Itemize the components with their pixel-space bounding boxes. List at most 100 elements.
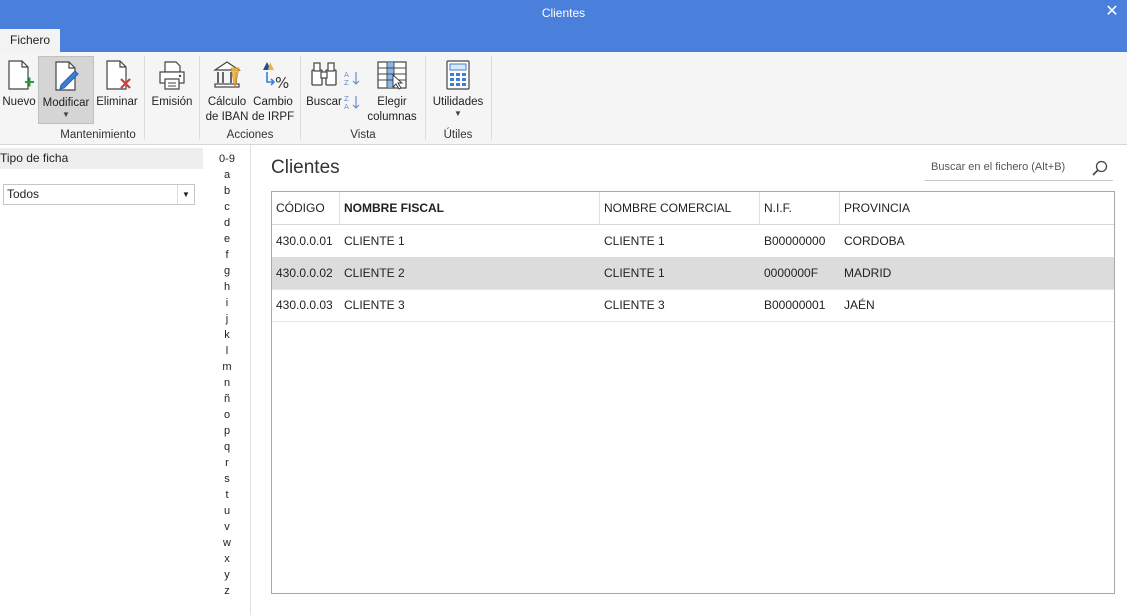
irpf-change-button[interactable]: % Cambio de IRPF bbox=[251, 58, 295, 125]
column-header-nif[interactable]: N.I.F. bbox=[760, 192, 840, 224]
new-button[interactable]: Nuevo bbox=[2, 58, 36, 110]
cell-provincia: MADRID bbox=[844, 266, 892, 280]
ribbon-divider bbox=[491, 56, 492, 140]
alphabet-letter[interactable]: j bbox=[207, 311, 247, 327]
table-header: CÓDIGO NOMBRE FISCAL NOMBRE COMERCIAL N.… bbox=[272, 192, 1114, 225]
search-input[interactable]: Buscar en el fichero (Alt+B) bbox=[931, 161, 1065, 173]
alphabet-letter[interactable]: v bbox=[207, 519, 247, 535]
cell-nombre-fiscal: CLIENTE 1 bbox=[344, 234, 405, 248]
panel-divider bbox=[250, 145, 251, 615]
alphabet-letter[interactable]: p bbox=[207, 423, 247, 439]
sort-descending-icon[interactable]: ZA bbox=[344, 94, 362, 111]
record-type-value: Todos bbox=[7, 187, 40, 201]
ribbon-divider bbox=[425, 56, 426, 140]
chevron-down-icon: ▼ bbox=[454, 109, 462, 118]
svg-text:A: A bbox=[344, 71, 349, 79]
cell-nombre-fiscal: CLIENTE 3 bbox=[344, 298, 405, 312]
sidebar: Tipo de ficha Todos ▼ bbox=[0, 145, 205, 615]
calculator-icon bbox=[446, 60, 470, 90]
chevron-down-icon: ▼ bbox=[62, 110, 70, 119]
svg-text:Z: Z bbox=[344, 79, 349, 86]
alphabet-letter[interactable]: 0-9 bbox=[207, 151, 247, 167]
cell-nombre-comercial: CLIENTE 3 bbox=[604, 298, 665, 312]
group-vista: Vista bbox=[350, 129, 376, 141]
alphabet-letter[interactable]: q bbox=[207, 439, 247, 455]
ribbon-divider bbox=[199, 56, 200, 140]
alphabet-letter[interactable]: a bbox=[207, 167, 247, 183]
cell-nif: B00000001 bbox=[764, 298, 826, 312]
table-row[interactable]: 430.0.0.03 CLIENTE 3 CLIENTE 3 B00000001 JAÉ… bbox=[272, 289, 1114, 322]
alphabet-letter[interactable]: c bbox=[207, 199, 247, 215]
delete-button[interactable]: Eliminar bbox=[95, 58, 139, 110]
svg-text:%: % bbox=[275, 74, 289, 92]
alphabet-letter[interactable]: b bbox=[207, 183, 247, 199]
alphabet-letter[interactable]: m bbox=[207, 359, 247, 375]
ribbon-divider bbox=[144, 56, 145, 140]
cell-provincia: CORDOBA bbox=[844, 234, 905, 248]
svg-text:Z: Z bbox=[344, 95, 349, 103]
record-type-select[interactable]: Todos ▼ bbox=[3, 184, 195, 205]
printer-icon bbox=[159, 61, 185, 90]
print-button-label: Emisión bbox=[151, 96, 193, 108]
cell-provincia: JAÉN bbox=[844, 298, 875, 312]
alphabet-letter[interactable]: n bbox=[207, 375, 247, 391]
table-row[interactable]: 430.0.0.02 CLIENTE 2 CLIENTE 1 0000000F MADR… bbox=[272, 257, 1114, 290]
column-header-codigo[interactable]: CÓDIGO bbox=[272, 192, 340, 224]
irpf-change-label-2: de IRPF bbox=[251, 111, 295, 123]
alphabet-letter[interactable]: s bbox=[207, 471, 247, 487]
choose-columns-button[interactable]: Elegir columnas bbox=[366, 58, 418, 125]
iban-calc-label-1: Cálculo bbox=[207, 96, 247, 108]
column-header-provincia[interactable]: PROVINCIA bbox=[840, 192, 1114, 224]
group-mantenimiento: Mantenimiento bbox=[60, 129, 136, 141]
column-header-nombre-comercial[interactable]: NOMBRE COMERCIAL bbox=[600, 192, 760, 224]
alphabet-letter[interactable]: l bbox=[207, 343, 247, 359]
utilities-button[interactable]: Utilidades ▼ bbox=[430, 58, 486, 118]
alphabet-letter[interactable]: d bbox=[207, 215, 247, 231]
alphabet-letter[interactable]: w bbox=[207, 535, 247, 551]
new-button-label: Nuevo bbox=[2, 96, 36, 108]
binoculars-icon bbox=[311, 62, 337, 86]
cell-nombre-comercial: CLIENTE 1 bbox=[604, 266, 665, 280]
delete-document-icon bbox=[106, 60, 131, 90]
alphabet-letter[interactable]: ñ bbox=[207, 391, 247, 407]
ribbon-divider bbox=[300, 56, 301, 140]
search-button[interactable]: Buscar bbox=[305, 58, 343, 110]
utilities-button-label: Utilidades bbox=[432, 96, 484, 108]
table-row[interactable]: 430.0.0.01 CLIENTE 1 CLIENTE 1 B00000000 COR… bbox=[272, 225, 1114, 258]
page-title: Clientes bbox=[271, 157, 340, 178]
alphabet-letter[interactable]: o bbox=[207, 407, 247, 423]
search-box[interactable]: Buscar en el fichero (Alt+B) bbox=[925, 156, 1113, 181]
alphabet-letter[interactable]: y bbox=[207, 567, 247, 583]
alphabet-letter[interactable]: r bbox=[207, 455, 247, 471]
choose-columns-label-1: Elegir bbox=[377, 96, 407, 108]
percent-icon: % bbox=[263, 62, 289, 92]
alphabet-letter[interactable]: g bbox=[207, 263, 247, 279]
search-icon[interactable] bbox=[1091, 159, 1109, 177]
close-icon[interactable]: ✕ bbox=[1101, 1, 1123, 23]
column-header-nombre-fiscal[interactable]: NOMBRE FISCAL bbox=[340, 192, 600, 224]
group-utiles: Útiles bbox=[443, 129, 473, 141]
alphabet-letter[interactable]: k bbox=[207, 327, 247, 343]
tab-fichero[interactable]: Fichero bbox=[0, 29, 60, 52]
alphabet-letter[interactable]: u bbox=[207, 503, 247, 519]
alphabet-letter[interactable]: f bbox=[207, 247, 247, 263]
print-button[interactable]: Emisión bbox=[150, 58, 194, 110]
iban-calc-button[interactable]: Cálculo de IBAN bbox=[205, 58, 249, 125]
alphabet-letter[interactable]: h bbox=[207, 279, 247, 295]
chevron-down-icon[interactable]: ▼ bbox=[177, 185, 194, 204]
sort-ascending-icon[interactable]: AZ bbox=[344, 70, 362, 87]
modify-button[interactable]: Modificar ▼ bbox=[38, 56, 94, 124]
sidebar-heading: Tipo de ficha bbox=[0, 148, 203, 169]
bank-icon bbox=[213, 61, 241, 89]
alphabet-letter[interactable]: i bbox=[207, 295, 247, 311]
search-button-label: Buscar bbox=[306, 96, 342, 108]
alphabet-letter[interactable]: x bbox=[207, 551, 247, 567]
window-title: Clientes bbox=[541, 6, 586, 20]
alphabet-letter[interactable]: e bbox=[207, 231, 247, 247]
group-acciones: Acciones bbox=[226, 129, 274, 141]
alphabet-letter[interactable]: t bbox=[207, 487, 247, 503]
new-document-icon bbox=[8, 60, 34, 90]
alphabet-letter[interactable]: z bbox=[207, 583, 247, 599]
modify-button-label: Modificar bbox=[42, 97, 90, 109]
ribbon: Nuevo Modificar ▼ Eliminar Mantenimiento… bbox=[0, 52, 1127, 145]
